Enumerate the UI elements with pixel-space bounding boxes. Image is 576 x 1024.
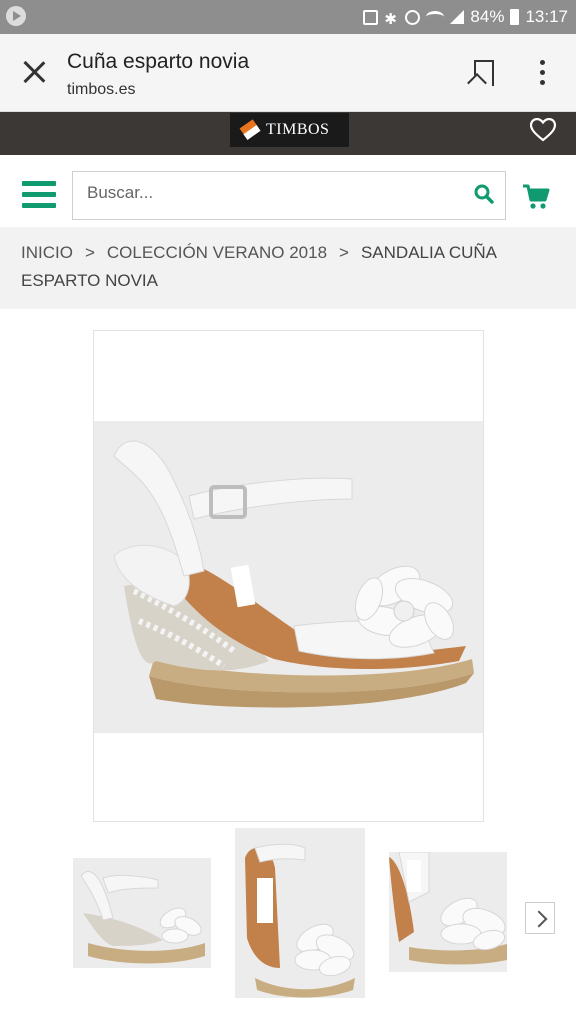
breadcrumb-home[interactable]: INICIO: [21, 243, 73, 262]
thumbnail-image: [80, 870, 205, 964]
menu-hamburger-icon[interactable]: [22, 181, 56, 211]
product-thumbnail-active[interactable]: [233, 826, 367, 1000]
logo-text: TIMBOS: [266, 121, 330, 138]
product-main-image[interactable]: [93, 330, 484, 822]
breadcrumb-collection[interactable]: COLECCIÓN VERANO 2018: [107, 243, 327, 262]
browser-toolbar: Cuña esparto novia timbos.es: [0, 34, 576, 112]
search-box[interactable]: [72, 171, 506, 220]
sandal-illustration: [113, 440, 474, 708]
shopping-cart-icon[interactable]: [522, 184, 550, 210]
status-bar: ✱ 84% 13:17: [0, 0, 576, 34]
media-play-icon: [6, 6, 26, 26]
carousel-next-chevron-icon[interactable]: [525, 902, 555, 934]
thumbnail-image: [245, 843, 355, 998]
thumbnail-image: [389, 852, 507, 965]
search-icon[interactable]: [474, 184, 494, 204]
breadcrumb-separator: >: [84, 243, 95, 262]
bluetooth-icon: ✱: [384, 10, 397, 28]
search-input[interactable]: [87, 183, 447, 203]
close-icon[interactable]: [20, 58, 48, 86]
product-thumbnail[interactable]: [389, 852, 507, 972]
product-photo: [94, 421, 483, 733]
overflow-menu-icon[interactable]: [540, 60, 546, 86]
status-icons: ✱ 84% 13:17: [363, 6, 568, 28]
battery-icon: [510, 9, 520, 25]
logo-mark-icon: [238, 119, 261, 141]
battery-percent: 84%: [470, 7, 505, 26]
product-thumbnail[interactable]: [73, 858, 211, 968]
wishlist-heart-icon[interactable]: [530, 118, 556, 142]
page-domain: timbos.es: [67, 81, 136, 98]
sim-icon: [363, 9, 379, 25]
signal-icon: [450, 10, 465, 24]
site-logo[interactable]: TIMBOS: [230, 113, 349, 147]
clock: 13:17: [525, 7, 568, 26]
breadcrumb: INICIO > COLECCIÓN VERANO 2018 > SANDALIA CU…: [0, 227, 576, 309]
breadcrumb-separator: >: [339, 243, 349, 262]
bookmark-icon[interactable]: [474, 60, 494, 86]
wifi-icon: [426, 11, 445, 23]
brand-header: TIMBOS: [0, 112, 576, 155]
page-title: Cuña esparto novia: [67, 50, 250, 73]
alarm-icon: [405, 9, 421, 25]
